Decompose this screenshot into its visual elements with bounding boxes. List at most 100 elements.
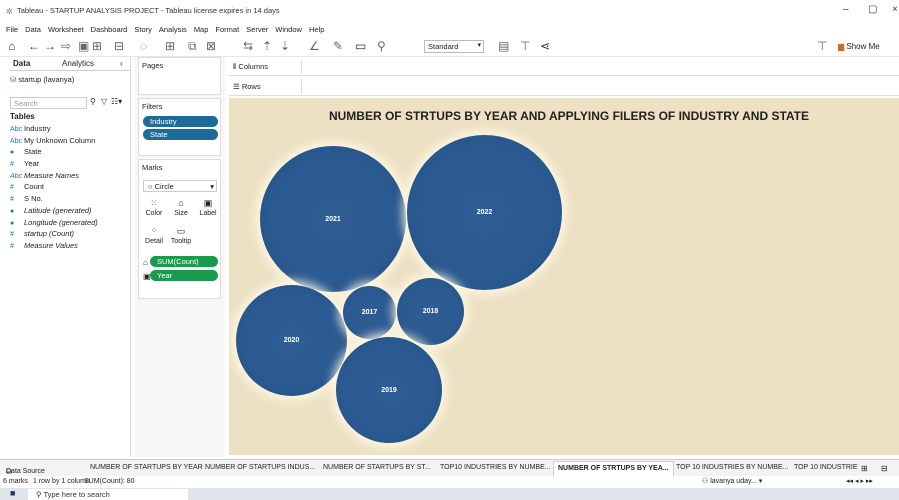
field-my-unknown-column[interactable]: Abc My Unknown Column	[10, 136, 131, 148]
field-state[interactable]: ● State	[10, 147, 131, 159]
tooltip-icon[interactable]: ⊤	[520, 39, 530, 53]
new-datasource-icon[interactable]: ⊞	[92, 39, 102, 53]
field-industry[interactable]: Abc Industry	[10, 124, 131, 136]
sheet-tab-active[interactable]: NUMBER OF STRTUPS BY YEA...	[553, 461, 674, 476]
show-me-button[interactable]: ▆ Show Me	[838, 42, 880, 51]
refresh-icon[interactable]: ◌	[140, 39, 147, 53]
field-measure-values[interactable]: # Measure Values	[10, 241, 131, 253]
menu-data[interactable]: Data	[25, 25, 41, 34]
back-icon[interactable]: ←	[28, 39, 40, 53]
field-year[interactable]: # Year	[10, 159, 131, 171]
field-s-no[interactable]: # S No.	[10, 194, 131, 206]
swap-icon[interactable]: ⇆	[243, 39, 253, 53]
label-button[interactable]: Label	[195, 210, 221, 217]
bubble-2021[interactable]: 2021	[260, 146, 406, 292]
string-type-icon: Abc	[10, 137, 23, 145]
filter-icon[interactable]: ▽	[101, 97, 107, 106]
tab-analytics[interactable]: Analytics	[62, 59, 94, 68]
sheet-nav-icon[interactable]: ◂◂ ◂ ▸ ▸▸	[846, 477, 873, 485]
share-icon[interactable]: ⋖	[540, 39, 550, 53]
bubble-2022[interactable]: 2022	[407, 135, 562, 290]
circle-icon: ○	[148, 182, 153, 191]
detail-icon[interactable]: ⁘	[141, 226, 167, 235]
pill-sum-count[interactable]: SUM(Count)	[150, 256, 218, 267]
tables-header: Tables	[10, 112, 35, 121]
menu-worksheet[interactable]: Worksheet	[48, 25, 84, 34]
view-options-icon[interactable]: ☷▾	[111, 97, 122, 106]
new-sheet-icon[interactable]: ⊞	[861, 464, 868, 473]
bubble-label: 2017	[361, 309, 378, 316]
sheet-tab[interactable]: TOP 10 INDUSTRIE	[794, 464, 858, 471]
pen-icon[interactable]: ✎	[333, 39, 343, 53]
menu-file[interactable]: File	[6, 25, 18, 34]
datasource-item[interactable]: ⛁ startup (lavanya)	[10, 75, 74, 84]
view-size-select[interactable]: Standard ▾	[424, 40, 484, 53]
menu-dashboard[interactable]: Dashboard	[91, 25, 128, 34]
duplicate-icon[interactable]: ⧉	[188, 39, 197, 53]
sort-asc-icon[interactable]: ⇡	[262, 39, 272, 53]
sheet-tab[interactable]: TOP 10 INDUSTRIES BY NUMBE...	[676, 464, 788, 471]
show-me-pin-icon[interactable]: ⊤	[817, 39, 827, 53]
home-icon[interactable]: ⌂	[8, 39, 15, 53]
menu-story[interactable]: Story	[134, 25, 152, 34]
field-latitude[interactable]: ● Latitude (generated)	[10, 206, 131, 218]
presentation-icon[interactable]: ▤	[498, 39, 509, 53]
sheet-tab[interactable]: NUMBER OF STARTUPS BY YEAR	[90, 464, 203, 471]
filter-pill-industry[interactable]: Industry	[143, 116, 218, 127]
bubble-2020[interactable]: 2020	[236, 285, 347, 396]
sheet-tab[interactable]: NUMBER OF STARTUPS BY ST...	[323, 464, 431, 471]
menu-help[interactable]: Help	[309, 25, 324, 34]
bubble-2019[interactable]: 2019	[336, 337, 442, 443]
highlight-icon[interactable]: ∠	[309, 39, 320, 53]
maximize-button[interactable]: ▢	[868, 4, 877, 15]
sheet-tab[interactable]: TOP10 INDUSTRIES BY NUMBE...	[440, 464, 551, 471]
color-button[interactable]: Color	[141, 210, 167, 217]
field-startup-count[interactable]: # startup (Count)	[10, 229, 131, 241]
filter-pill-state[interactable]: State	[143, 129, 218, 140]
bubble-2018[interactable]: 2018	[397, 278, 464, 345]
redo-icon[interactable]: ⇨	[61, 39, 71, 53]
tooltip-button[interactable]: Tooltip	[168, 238, 194, 245]
pages-card[interactable]: Pages	[138, 57, 221, 95]
field-count[interactable]: # Count	[10, 182, 131, 194]
forward-icon[interactable]: →	[44, 39, 56, 53]
taskbar-search[interactable]: ⚲ Type here to search	[28, 489, 188, 500]
columns-drop-zone[interactable]	[301, 59, 899, 74]
field-longitude[interactable]: ● Longitude (generated)	[10, 218, 131, 230]
new-worksheet-icon[interactable]: ⊞	[165, 39, 175, 53]
clear-sheet-icon[interactable]: ⊠	[206, 39, 216, 53]
bubble-2017[interactable]: 2017	[343, 286, 396, 339]
menu-server[interactable]: Server	[246, 25, 268, 34]
minimize-button[interactable]: –	[843, 4, 849, 15]
sheet-tab[interactable]: NUMBER OF STARTUPS INDUS...	[205, 464, 315, 471]
close-button[interactable]: ×	[892, 4, 898, 15]
menu-format[interactable]: Format	[215, 25, 239, 34]
menu-analysis[interactable]: Analysis	[159, 25, 187, 34]
menu-map[interactable]: Map	[194, 25, 209, 34]
detail-button[interactable]: Detail	[141, 238, 167, 245]
rows-drop-zone[interactable]	[301, 79, 899, 94]
search-icon[interactable]: ⚲	[90, 97, 96, 106]
user-menu[interactable]: ⚇ lavanya uday... ▾	[702, 477, 762, 485]
labels-icon[interactable]: ▭	[355, 39, 366, 53]
mark-type-select[interactable]: ○ Circle ▾	[143, 180, 217, 192]
tab-data[interactable]: Data	[13, 59, 30, 68]
new-dashboard-icon[interactable]: ⊟	[881, 464, 888, 473]
tooltip-icon[interactable]: ▭	[168, 226, 194, 237]
label-icon[interactable]: ▣	[195, 198, 221, 209]
new-sheet-icon[interactable]: ⊟	[114, 39, 124, 53]
sort-desc-icon[interactable]: ⇣	[280, 39, 290, 53]
collapse-icon[interactable]: ‹	[120, 59, 123, 68]
color-icon[interactable]: ⁙	[141, 198, 167, 209]
field-measure-names[interactable]: Abc Measure Names	[10, 171, 131, 183]
windows-start-icon[interactable]: ■	[10, 488, 15, 498]
pin-icon[interactable]: ⚲	[377, 39, 386, 53]
menu-window[interactable]: Window	[275, 25, 302, 34]
save-icon[interactable]: ▣	[78, 39, 89, 53]
size-icon[interactable]: ⌂	[168, 198, 194, 208]
pill-year[interactable]: Year	[150, 270, 218, 281]
size-button[interactable]: Size	[168, 210, 194, 217]
search-input[interactable]: Search	[10, 97, 87, 109]
rows-shelf[interactable]: ☰ Rows	[229, 77, 899, 96]
columns-shelf[interactable]: ⦀ Columns	[229, 57, 899, 76]
